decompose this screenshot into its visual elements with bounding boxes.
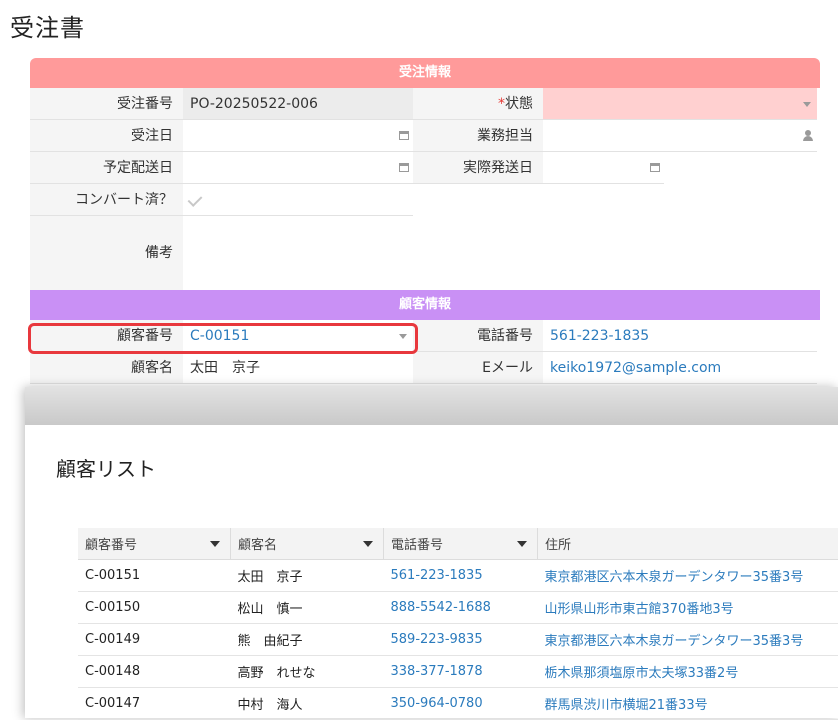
person-icon[interactable] [803, 130, 813, 142]
column-header-label: 住所 [545, 538, 571, 553]
notes-label: 備考 [30, 216, 183, 290]
cell-phone[interactable]: 561-223-1835 [384, 560, 538, 592]
planned-ship-field[interactable] [183, 152, 413, 184]
form-row: 受注日 業務担当 [30, 120, 820, 152]
cell-address[interactable]: 群馬県渋川市横堀21番33号 [538, 688, 838, 720]
table-row[interactable]: C-00149 熊 由紀子 589-223-9835 東京都港区六本木泉ガーデン… [78, 624, 838, 656]
cell-address[interactable]: 東京都港区六本木泉ガーデンタワー35番3号 [538, 560, 838, 592]
modal-title: 顧客リスト [56, 453, 156, 482]
email-link[interactable]: keiko1972@sample.com [543, 352, 817, 384]
cell-address[interactable]: 栃木県那須塩原市太夫塚33番2号 [538, 656, 838, 688]
form-row: 受注番号 PO-20250522-006 *状態 [30, 88, 820, 120]
customer-name-label: 顧客名 [30, 352, 183, 384]
phone-link[interactable]: 561-223-1835 [543, 320, 817, 352]
chevron-down-icon [803, 102, 811, 107]
section-header-customer-info: 顧客情報 [30, 290, 820, 320]
column-header[interactable]: 顧客番号 [78, 528, 231, 560]
cell-address[interactable]: 東京都港区六本木泉ガーデンタワー35番3号 [538, 624, 838, 656]
cell-phone[interactable]: 888-5542-1688 [384, 592, 538, 624]
table-row[interactable]: C-00151 太田 京子 561-223-1835 東京都港区六本木泉ガーデン… [78, 560, 838, 592]
customer-name-field: 太田 京子 [183, 352, 413, 384]
cell-customer-name: 太田 京子 [231, 560, 384, 592]
column-header-label: 電話番号 [391, 538, 443, 553]
cell-phone[interactable]: 338-377-1878 [384, 656, 538, 688]
order-date-label: 受注日 [30, 120, 183, 152]
column-header-label: 顧客名 [238, 538, 277, 553]
status-label: *状態 [413, 88, 543, 120]
customer-list-modal: 顧客リスト 顧客番号 顧客名 電話番号 住所 C-00151 太田 京子 561… [25, 387, 838, 718]
sort-caret-icon[interactable] [363, 541, 373, 547]
page-title: 受注書 [10, 8, 85, 43]
modal-title-bar[interactable] [25, 387, 838, 425]
cell-customer-no: C-00151 [78, 560, 231, 592]
column-header-label: 顧客番号 [85, 538, 137, 553]
order-date-field[interactable] [183, 120, 413, 152]
cell-customer-no: C-00149 [78, 624, 231, 656]
table-row[interactable]: C-00147 中村 海人 350-964-0780 群馬県渋川市横堀21番33… [78, 688, 838, 720]
section-header-order-info: 受注情報 [30, 58, 820, 88]
required-mark: * [498, 96, 505, 112]
sort-caret-icon[interactable] [210, 541, 220, 547]
form-row: 予定配送日 実際発送日 [30, 152, 820, 184]
sort-caret-icon[interactable] [517, 541, 527, 547]
status-select[interactable] [543, 88, 817, 120]
staff-field[interactable] [543, 120, 817, 152]
form-row: 顧客名 太田 京子 Eメール keiko1972@sample.com [30, 352, 820, 384]
staff-label: 業務担当 [413, 120, 543, 152]
table-row[interactable]: C-00150 松山 慎一 888-5542-1688 山形県山形市東古館370… [78, 592, 838, 624]
order-no-label: 受注番号 [30, 88, 183, 120]
column-header[interactable]: 顧客名 [231, 528, 384, 560]
cell-customer-name: 松山 慎一 [231, 592, 384, 624]
cell-customer-name: 熊 由紀子 [231, 624, 384, 656]
customer-table: 顧客番号 顧客名 電話番号 住所 C-00151 太田 京子 561-223-1… [78, 528, 838, 720]
cell-customer-no: C-00150 [78, 592, 231, 624]
cell-customer-name: 高野 れせな [231, 656, 384, 688]
phone-label: 電話番号 [413, 320, 543, 352]
table-row[interactable]: C-00148 高野 れせな 338-377-1878 栃木県那須塩原市太夫塚3… [78, 656, 838, 688]
cell-address[interactable]: 山形県山形市東古館370番地3号 [538, 592, 838, 624]
calendar-icon[interactable] [399, 131, 409, 140]
status-label-text: 状態 [505, 96, 533, 112]
email-label: Eメール [413, 352, 543, 384]
order-no-field: PO-20250522-006 [183, 88, 413, 120]
cell-phone[interactable]: 350-964-0780 [384, 688, 538, 720]
cell-phone[interactable]: 589-223-9835 [384, 624, 538, 656]
notes-field[interactable] [183, 216, 413, 290]
form-row: コンバート済？ [30, 184, 820, 216]
check-icon [188, 192, 203, 207]
planned-ship-label: 予定配送日 [30, 152, 183, 184]
column-header[interactable]: 住所 [538, 528, 838, 560]
actual-ship-label: 実際発送日 [413, 152, 543, 184]
actual-ship-field[interactable] [543, 152, 664, 184]
calendar-icon[interactable] [650, 163, 660, 172]
calendar-icon[interactable] [399, 163, 409, 172]
converted-checkbox[interactable] [183, 184, 413, 216]
converted-label: コンバート済？ [30, 184, 183, 216]
highlight-box [28, 323, 418, 354]
cell-customer-no: C-00148 [78, 656, 231, 688]
cell-customer-name: 中村 海人 [231, 688, 384, 720]
cell-customer-no: C-00147 [78, 688, 231, 720]
form-row: 備考 [30, 216, 820, 290]
column-header[interactable]: 電話番号 [384, 528, 538, 560]
